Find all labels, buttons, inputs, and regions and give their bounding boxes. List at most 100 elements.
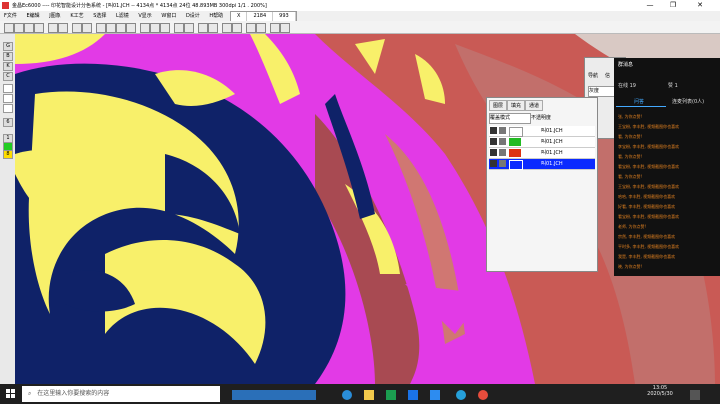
tab-layers[interactable]: 图层 xyxy=(489,100,508,111)
layer-color-swatch xyxy=(509,160,523,170)
lock-icon[interactable] xyxy=(499,127,506,134)
layer-name: 叫01.JCH xyxy=(541,139,563,145)
wand-icon[interactable] xyxy=(160,23,170,33)
tool-b[interactable]: B xyxy=(3,52,13,61)
eyedropper-icon[interactable] xyxy=(208,23,218,33)
layer-color-swatch xyxy=(509,127,523,137)
menu-process[interactable]: K工艺 xyxy=(66,11,87,20)
chat-panel: 群消息 在线 19 赞 1 问答 连麦列表(0人) 张, 为你点赞! 王宝粉, … xyxy=(614,58,720,276)
info-icon[interactable] xyxy=(280,23,290,33)
menu-edit[interactable]: E编辑 xyxy=(22,11,43,20)
pen-icon[interactable] xyxy=(96,23,106,33)
zoom-in-icon[interactable] xyxy=(174,23,184,33)
lasso-icon[interactable] xyxy=(150,23,160,33)
system-clock[interactable]: 13:05 2020/5/30 xyxy=(640,385,680,397)
layer-row[interactable]: 叫01.JCH xyxy=(489,137,595,148)
chat-message: 平时多, 李丰胜, 视频截图你也喜欢 xyxy=(618,244,680,249)
lock-icon[interactable] xyxy=(499,160,506,167)
edge-icon[interactable] xyxy=(342,390,352,400)
menu-view[interactable]: V显示 xyxy=(134,11,155,20)
menu-design[interactable]: D设计 xyxy=(182,11,204,20)
chat-message: 老师, 为你点赞! xyxy=(618,224,647,229)
tab-channels[interactable]: 通道 xyxy=(525,100,544,111)
eye-icon[interactable] xyxy=(490,149,497,156)
chat-message: 李宝粉, 李丰胜, 视频截图你也喜欢 xyxy=(618,144,680,149)
cut-icon[interactable] xyxy=(72,23,82,33)
zoom-out-icon[interactable] xyxy=(184,23,194,33)
print-icon[interactable] xyxy=(34,23,44,33)
menu-select[interactable]: S选择 xyxy=(89,11,110,20)
redo-icon[interactable] xyxy=(58,23,68,33)
blend-mode-select[interactable]: 覆盖模式 xyxy=(489,113,531,124)
grid-icon[interactable] xyxy=(222,23,232,33)
maximize-button[interactable]: ❐ xyxy=(663,0,683,11)
close-button[interactable]: ✕ xyxy=(690,0,710,11)
ellipse-icon[interactable] xyxy=(116,23,126,33)
layer-row-selected[interactable]: 叫01.JCH xyxy=(489,159,595,170)
browser-icon[interactable] xyxy=(456,390,466,400)
eraser-icon[interactable] xyxy=(3,104,13,113)
chat-message: 哈哈, 李丰胜, 视频截图你也喜欢 xyxy=(618,194,676,199)
chat-message: 晓, 为你点赞! xyxy=(618,264,643,269)
minimize-button[interactable]: — xyxy=(640,0,660,11)
pencil-icon[interactable] xyxy=(3,84,13,93)
select-icon[interactable] xyxy=(140,23,150,33)
layer-row[interactable]: 叫01.JCH xyxy=(489,126,595,137)
chat-title: 群消息 xyxy=(618,62,634,68)
copy-icon[interactable] xyxy=(82,23,92,33)
tab-underline xyxy=(616,106,666,107)
tool-g[interactable]: G xyxy=(3,42,13,51)
tab-fill[interactable]: 填充 xyxy=(507,100,526,111)
store-icon[interactable] xyxy=(408,390,418,400)
dialog-tab-info[interactable]: 信 xyxy=(605,72,610,79)
undo-icon[interactable] xyxy=(48,23,58,33)
menu-image[interactable]: J图象 xyxy=(45,11,64,20)
chat-message: 宗然, 李丰胜, 视频截图你也喜欢 xyxy=(618,234,676,239)
open-icon[interactable] xyxy=(14,23,24,33)
tool-6[interactable]: 6 xyxy=(3,118,13,127)
rect-icon[interactable] xyxy=(106,23,116,33)
chat-message: 看宝粉, 李丰胜, 视频截图你也喜欢 xyxy=(618,214,680,219)
tool-c[interactable]: C xyxy=(3,72,13,81)
brush-icon[interactable] xyxy=(3,94,13,103)
palette-icon[interactable] xyxy=(256,23,266,33)
hand-icon[interactable] xyxy=(198,23,208,33)
eye-icon[interactable] xyxy=(490,160,497,167)
fill-icon[interactable] xyxy=(126,23,136,33)
chat-message: 好看, 李丰胜, 视频截图你也喜欢 xyxy=(618,204,676,209)
layer-name: 叫01.JCH xyxy=(541,128,563,134)
chat-online: 在线 19 xyxy=(618,83,636,89)
windows-start-icon[interactable] xyxy=(6,389,16,399)
folder-icon[interactable] xyxy=(364,390,374,400)
taskbar-app-thumbnail[interactable] xyxy=(232,390,316,400)
chrome-icon[interactable] xyxy=(478,390,488,400)
new-icon[interactable] xyxy=(4,23,14,33)
chat-likes: 赞 1 xyxy=(668,83,678,89)
layer-row[interactable]: 叫01.JCH xyxy=(489,148,595,159)
tab-qa[interactable]: 问答 xyxy=(634,98,644,105)
layer-name: 叫01.JCH xyxy=(541,150,563,156)
save-icon[interactable] xyxy=(24,23,34,33)
menu-window[interactable]: W窗口 xyxy=(157,11,180,20)
lock-icon[interactable] xyxy=(499,138,506,145)
color-icon[interactable] xyxy=(246,23,256,33)
layer-color-swatch xyxy=(509,149,521,157)
taskbar-search[interactable]: ⌕ 在这里输入你要搜索的内容 xyxy=(22,386,220,402)
menu-filter[interactable]: L滤镜 xyxy=(112,11,133,20)
lock-icon[interactable] xyxy=(499,149,506,156)
eye-icon[interactable] xyxy=(490,138,497,145)
dialog-tab-nav[interactable]: 导航 xyxy=(588,72,598,79)
app-green-icon[interactable] xyxy=(386,390,396,400)
notification-icon[interactable] xyxy=(690,390,700,400)
menu-help[interactable]: H帮助 xyxy=(205,11,227,20)
eye-icon[interactable] xyxy=(490,127,497,134)
settings-icon[interactable] xyxy=(270,23,280,33)
mail-icon[interactable] xyxy=(430,390,440,400)
menu-file[interactable]: F文件 xyxy=(0,11,21,20)
tool-8[interactable]: 8 xyxy=(3,150,13,159)
tab-mic-list[interactable]: 连麦列表(0人) xyxy=(672,98,704,105)
layers-icon[interactable] xyxy=(232,23,242,33)
chat-message: 看, 为你点赞! xyxy=(618,174,643,179)
tool-k[interactable]: K xyxy=(3,62,13,71)
chat-message: 张, 为你点赞! xyxy=(618,114,643,119)
